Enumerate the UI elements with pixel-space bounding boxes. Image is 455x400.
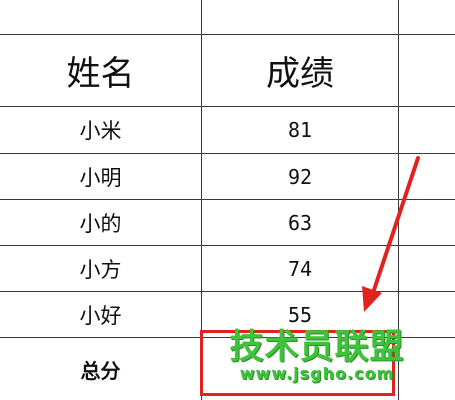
site-watermark: 技术员联盟 www.jsgho.com [222,330,412,382]
watermark-title: 技术员联盟 [229,327,405,367]
watermark-url: www.jsgho.com [239,364,395,383]
